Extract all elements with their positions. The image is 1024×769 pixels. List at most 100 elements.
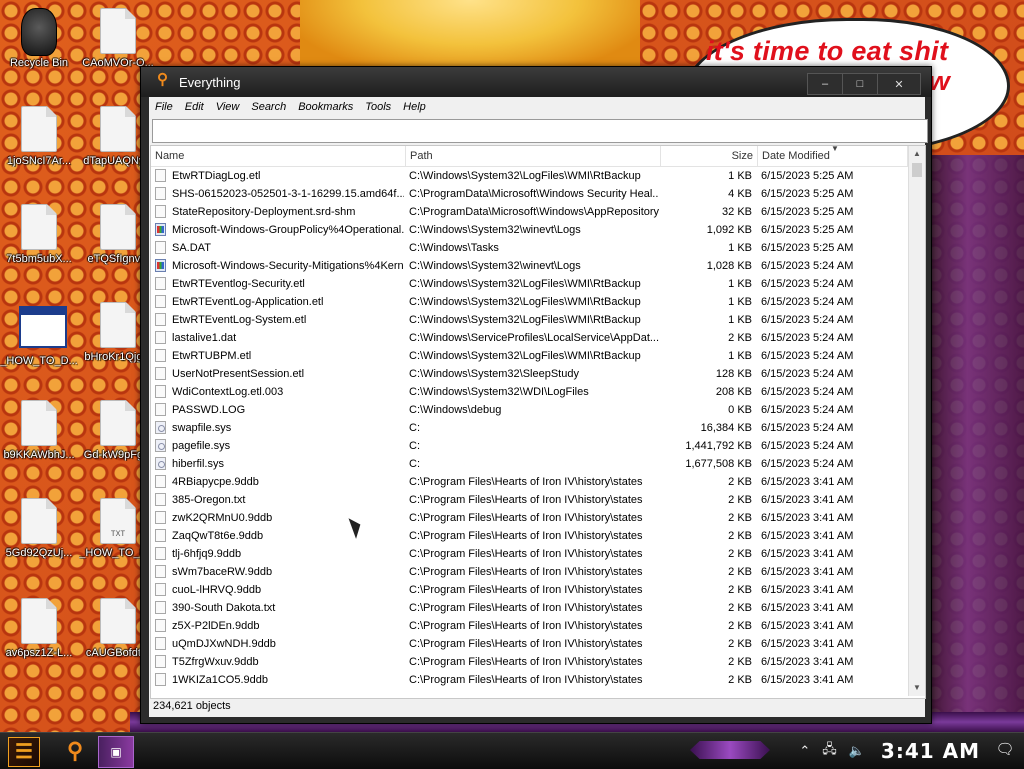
table-row[interactable]: ZaqQwT8t6e.9ddb C:\Program Files\Hearts o… [151,527,908,545]
table-row[interactable]: EtwRTUBPM.etl C:\Windows\System32\LogFile… [151,347,908,365]
menu-item-tools[interactable]: Tools [359,101,397,113]
cell-size: 2 KB [728,332,752,344]
window-title: Everything [179,75,241,90]
table-row[interactable]: swapfile.sys C: 16,384 KB 6/15/2023 5:24 AM [151,419,908,437]
minimize-button[interactable]: – [807,73,843,95]
start-button[interactable]: ☰ [8,737,40,767]
menu-item-bookmarks[interactable]: Bookmarks [292,101,359,113]
table-row[interactable]: 385-Oregon.txt C:\Program Files\Hearts of… [151,491,908,509]
cell-path: C:\Program Files\Hearts of Iron IV\histo… [409,602,643,614]
cell-path: C:\Windows\System32\LogFiles\WMI\RtBacku… [409,278,641,290]
menu-item-edit[interactable]: Edit [179,101,210,113]
cell-path: C:\Program Files\Hearts of Iron IV\histo… [409,584,643,596]
table-row[interactable]: tlj-6hfjq9.9ddb C:\Program Files\Hearts o… [151,545,908,563]
clock[interactable]: 3:41 AM [881,739,980,763]
file-icon [155,295,166,308]
cell-size: 128 KB [715,368,752,380]
menu-item-search[interactable]: Search [245,101,292,113]
cell-size: 1,677,508 KB [685,458,752,470]
scroll-up-icon[interactable]: ▲ [909,146,925,162]
column-header-name[interactable]: Name [151,146,406,166]
file-icon [155,493,166,506]
desktop-icon[interactable]: 7t5bm5ubX... [0,204,78,265]
cell-date: 6/15/2023 5:25 AM [761,170,854,182]
cell-name: 385-Oregon.txt [172,494,246,506]
cell-date: 6/15/2023 5:24 AM [761,386,854,398]
scroll-thumb[interactable] [912,163,922,177]
table-row[interactable]: UserNotPresentSession.etl C:\Windows\Syst… [151,365,908,383]
desktop-icon[interactable]: _HOW_TO_D... [0,302,78,367]
table-row[interactable]: uQmDJXwNDH.9ddb C:\Program Files\Hearts o… [151,635,908,653]
desktop-icon[interactable]: av6psz1Z-L... [0,598,78,659]
table-row[interactable]: sWm7baceRW.9ddb C:\Program Files\Hearts o… [151,563,908,581]
taskbar: ☰ ⚲ ▣ ⌃ 🖧 🔈 3:41 AM 🗨 [0,732,1024,769]
desktop-icon[interactable]: CAoMVOr-Q... [79,8,157,69]
menu-item-help[interactable]: Help [397,101,432,113]
cell-size: 32 KB [722,206,752,218]
show-hidden-icons-icon[interactable]: ⌃ [799,743,810,759]
table-row[interactable]: Microsoft-Windows-Security-Mitigations%4… [151,257,908,275]
cell-size: 0 KB [728,404,752,416]
cell-path: C: [409,422,420,434]
close-button[interactable]: ✕ [877,73,921,95]
table-row[interactable]: EtwRTDiagLog.etl C:\Windows\System32\LogF… [151,167,908,185]
status-bar-count: 234,621 objects [153,700,231,712]
taskbar-everything-icon[interactable]: ⚲ [58,736,92,766]
cell-date: 6/15/2023 5:24 AM [761,404,854,416]
table-row[interactable]: 1WKIZa1CO5.9ddb C:\Program Files\Hearts o… [151,671,908,689]
cell-date: 6/15/2023 3:41 AM [761,512,854,524]
cell-name: EtwRTEventLog-Application.etl [172,296,324,308]
table-row[interactable]: WdiContextLog.etl.003 C:\Windows\System32… [151,383,908,401]
table-row[interactable]: PASSWD.LOG C:\Windows\debug 0 KB 6/15/2023 … [151,401,908,419]
desktop-icon[interactable]: b9KKAWbhJ... [0,400,78,461]
cell-size: 4 KB [728,188,752,200]
cell-size: 1,441,792 KB [685,440,752,452]
everything-app-icon: ⚲ [157,71,168,88]
cell-date: 6/15/2023 5:24 AM [761,350,854,362]
desktop-icon[interactable]: 1joSNcI7Ar... [0,106,78,167]
column-header-path[interactable]: Path [406,146,661,166]
search-input[interactable] [152,119,928,143]
file-icon [155,673,166,686]
everything-window[interactable]: ⚲ Everything – □ ✕ File Edit View Search Boo… [140,66,932,724]
title-bar[interactable]: ⚲ Everything – □ ✕ [141,67,931,97]
table-row[interactable]: EtwRTEventlog-Security.etl C:\Windows\Sys… [151,275,908,293]
cell-name: PASSWD.LOG [172,404,246,416]
table-row[interactable]: zwK2QRMnU0.9ddb C:\Program Files\Hearts o… [151,509,908,527]
taskbar-active-window-button[interactable]: ▣ [98,736,134,768]
network-icon[interactable]: 🖧 [822,740,837,762]
volume-icon[interactable]: 🔈 [849,743,865,759]
vertical-scrollbar[interactable]: ▲ ▼ [908,146,925,696]
list-header: Name Path Size Date Modified ▼ [151,144,908,167]
cell-path: C:\Windows\System32\LogFiles\WMI\RtBacku… [409,314,641,326]
table-row[interactable]: EtwRTEventLog-Application.etl C:\Windows\… [151,293,908,311]
cell-date: 6/15/2023 3:41 AM [761,566,854,578]
table-row[interactable]: cuoL-lHRVQ.9ddb C:\Program Files\Hearts o… [151,581,908,599]
table-row[interactable]: z5X-P2lDEn.9ddb C:\Program Files\Hearts o… [151,617,908,635]
table-row[interactable]: hiberfil.sys C: 1,677,508 KB 6/15/2023 5:24… [151,455,908,473]
desktop-icon[interactable]: Recycle Bin [0,8,78,69]
table-row[interactable]: Microsoft-Windows-GroupPolicy%4Operation… [151,221,908,239]
table-row[interactable]: 4RBiapycpe.9ddb C:\Program Files\Hearts o… [151,473,908,491]
cell-date: 6/15/2023 5:25 AM [761,206,854,218]
scroll-down-icon[interactable]: ▼ [909,680,925,696]
maximize-button[interactable]: □ [842,73,878,95]
desktop-icon[interactable]: 5Gd92QzUj... [0,498,78,559]
menu-item-file[interactable]: File [149,101,179,113]
table-row[interactable]: T5ZfrgWxuv.9ddb C:\Program Files\Hearts o… [151,653,908,671]
table-row[interactable]: SHS-06152023-052501-3-1-16299.15.amd64f.… [151,185,908,203]
cell-path: C:\ProgramData\Microsoft\Windows Securit… [409,188,659,200]
cell-name: zwK2QRMnU0.9ddb [172,512,273,524]
table-row[interactable]: EtwRTEventLog-System.etl C:\Windows\Syste… [151,311,908,329]
table-row[interactable]: StateRepository-Deployment.srd-shm C:\Pro… [151,203,908,221]
action-center-icon[interactable]: 🗨 [994,740,1016,762]
menu-item-view[interactable]: View [210,101,246,113]
results-list[interactable]: Name Path Size Date Modified ▼ EtwRTDiag… [150,144,926,699]
table-row[interactable]: 390-South Dakota.txt C:\Program Files\Hea… [151,599,908,617]
cell-path: C:\Program Files\Hearts of Iron IV\histo… [409,476,643,488]
table-row[interactable]: pagefile.sys C: 1,441,792 KB 6/15/2023 5:24… [151,437,908,455]
table-row[interactable]: SA.DAT C:\Windows\Tasks 1 KB 6/15/2023 5:25… [151,239,908,257]
table-row[interactable]: lastalive1.dat C:\Windows\ServiceProfiles… [151,329,908,347]
column-header-size[interactable]: Size [661,146,758,166]
document-icon [19,498,59,544]
